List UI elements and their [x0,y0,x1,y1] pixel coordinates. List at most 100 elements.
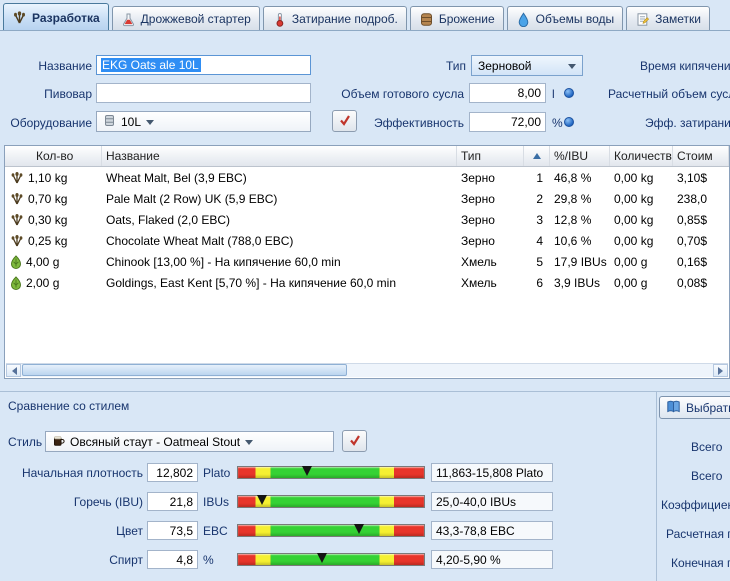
scroll-right-button[interactable] [713,364,728,377]
fermentation-icon [419,12,434,27]
ingredient-row[interactable]: 2,00 g Goldings, East Kent [5,70 %] - На… [5,272,729,293]
header-sort[interactable] [524,146,550,166]
ingredient-row[interactable]: 4,00 g Chinook [13,00 %] - На кипячение … [5,251,729,272]
ingredient-amount: 2,00 g [26,275,60,290]
scrollbar-thumb[interactable] [22,364,347,376]
grain-icon [10,192,24,205]
batch-volume-lock-icon[interactable] [564,88,574,98]
tab-fermentation[interactable]: Брожение [409,6,504,31]
ingredient-name: Pale Malt (2 Row) UK (5,9 EBC) [106,191,278,206]
gauge-range: 25,0-40,0 IBUs [431,492,553,511]
boil-time-label: Время кипячения [640,59,730,73]
gauge-value: 73,5 [147,521,198,540]
arrow-right-icon [717,366,727,375]
grain-icon [10,213,24,226]
recipe-type-value: Зерновой [478,58,532,73]
tab-design[interactable]: Разработка [3,3,109,31]
tab-label: Брожение [438,12,495,26]
gauge-value: 4,8 [147,550,198,569]
ingredient-cost: 0,85$ [677,212,708,227]
gauge-range: 11,863-15,808 Plato [431,463,553,482]
gauge-unit: Plato [203,466,231,480]
style-value: Овсяный стаут - Oatmeal Stout [70,434,241,449]
ingredient-name: Oats, Flaked (2,0 EBC) [106,212,231,227]
batch-volume-unit: l [552,87,555,101]
gauge-unit: IBUs [203,495,230,509]
gauge-label: Цвет [116,524,143,538]
tab-mash-detail[interactable]: Затирание подроб. [262,6,407,31]
scroll-left-button[interactable] [6,364,21,377]
header-name[interactable]: Название [102,146,457,166]
brewer-input[interactable] [96,83,311,103]
select-style-button[interactable]: Выбрать [659,396,730,419]
chevron-down-icon [245,439,254,449]
ingredient-pct: 12,8 % [554,212,592,227]
ingredient-pct: 3,9 IBUs [554,275,601,290]
header-amount[interactable]: Кол-во [5,146,102,166]
gauge-label: Горечь (IBU) [73,495,143,509]
header-qty[interactable]: Количество [610,146,673,166]
style-gauge-bar [237,466,425,479]
gauge-row-abv: Спирт 4,8 % 4,20-5,90 % [0,550,656,570]
ingredients-header-row: Кол-во Название Тип %/IBU Количество Сто… [5,146,729,167]
tab-water-volumes[interactable]: Объемы воды [506,6,624,31]
horizontal-scrollbar[interactable] [6,363,728,377]
ingredient-amount: 0,30 kg [28,212,68,227]
gauge-unit: EBC [203,524,228,538]
header-pct[interactable]: %/IBU [550,146,610,166]
efficiency-lock-icon[interactable] [564,117,574,127]
ingredient-row[interactable]: 0,30 kg Oats, Flaked (2,0 EBC) Зерно 3 1… [5,209,729,230]
header-cost[interactable]: Стоим [673,146,729,166]
keg-icon [103,114,116,130]
scrollbar-track[interactable] [21,364,713,377]
gauge-value: 21,8 [147,492,198,511]
ingredient-row[interactable]: 0,70 kg Pale Malt (2 Row) UK (5,9 EBC) З… [5,188,729,209]
section-divider [0,391,730,392]
ingredient-type: Зерно [461,233,495,248]
ingredient-qty: 0,00 kg [614,233,654,248]
ingredient-pct: 29,8 % [554,191,592,206]
tab-label: Разработка [32,10,100,25]
ingredient-number: 6 [536,275,543,290]
chevron-down-icon [146,119,155,129]
ingredient-cost: 0,16$ [677,254,708,269]
tabbar-underline [0,30,730,31]
ingredient-name: Chocolate Wheat Malt (788,0 EBC) [106,233,294,248]
grain-icon [10,171,24,184]
mash-efficiency-label: Эфф. затирания [645,116,730,130]
efficiency-input[interactable]: 72,00 [469,112,546,132]
ingredient-row[interactable]: 1,10 kg Wheat Malt, Bel (3,9 EBC) Зерно … [5,167,729,188]
water-volumes-icon [516,11,531,27]
book-icon [666,399,681,417]
style-label: Стиль [8,435,43,449]
ingredient-cost: 0,70$ [677,233,708,248]
ingredient-amount: 1,10 kg [28,170,68,185]
batch-volume-input[interactable]: 8,00 [469,83,546,103]
ingredient-number: 4 [536,233,543,248]
ingredient-number: 5 [536,254,543,269]
recipe-name-input[interactable]: EKG Oats ale 10L [96,55,311,75]
equipment-edit-button[interactable] [332,110,357,132]
equipment-select[interactable]: 10L [96,111,311,132]
header-type[interactable]: Тип [457,146,524,166]
gauge-label: Спирт [109,553,143,567]
efficiency-unit: % [552,116,563,130]
style-select[interactable]: Овсяный стаут - Oatmeal Stout [45,431,334,452]
tab-yeast-starter[interactable]: Дрожжевой стартер [111,6,260,31]
recipe-type-select[interactable]: Зерновой [471,55,583,76]
ingredient-qty: 0,00 kg [614,191,654,206]
gauge-value: 12,802 [147,463,198,482]
ingredient-row[interactable]: 0,25 kg Chocolate Wheat Malt (788,0 EBC)… [5,230,729,251]
check-icon [349,434,361,449]
gauge-marker [316,553,327,563]
gauge-row-color: Цвет 73,5 EBC 43,3-78,8 EBC [0,521,656,541]
mash-detail-icon [272,12,287,27]
style-section-title: Сравнение со стилем [8,399,130,413]
right-label-est-gravity: Расчетная пло [666,527,730,541]
efficiency-label: Эффективность [373,116,464,130]
style-edit-button[interactable] [342,430,367,452]
ingredient-name: Chinook [13,00 %] - На кипячение 60,0 mi… [106,254,341,269]
right-label-total-2: Всего [691,469,723,483]
ingredient-number: 1 [536,170,543,185]
tab-notes[interactable]: Заметки [626,6,711,31]
